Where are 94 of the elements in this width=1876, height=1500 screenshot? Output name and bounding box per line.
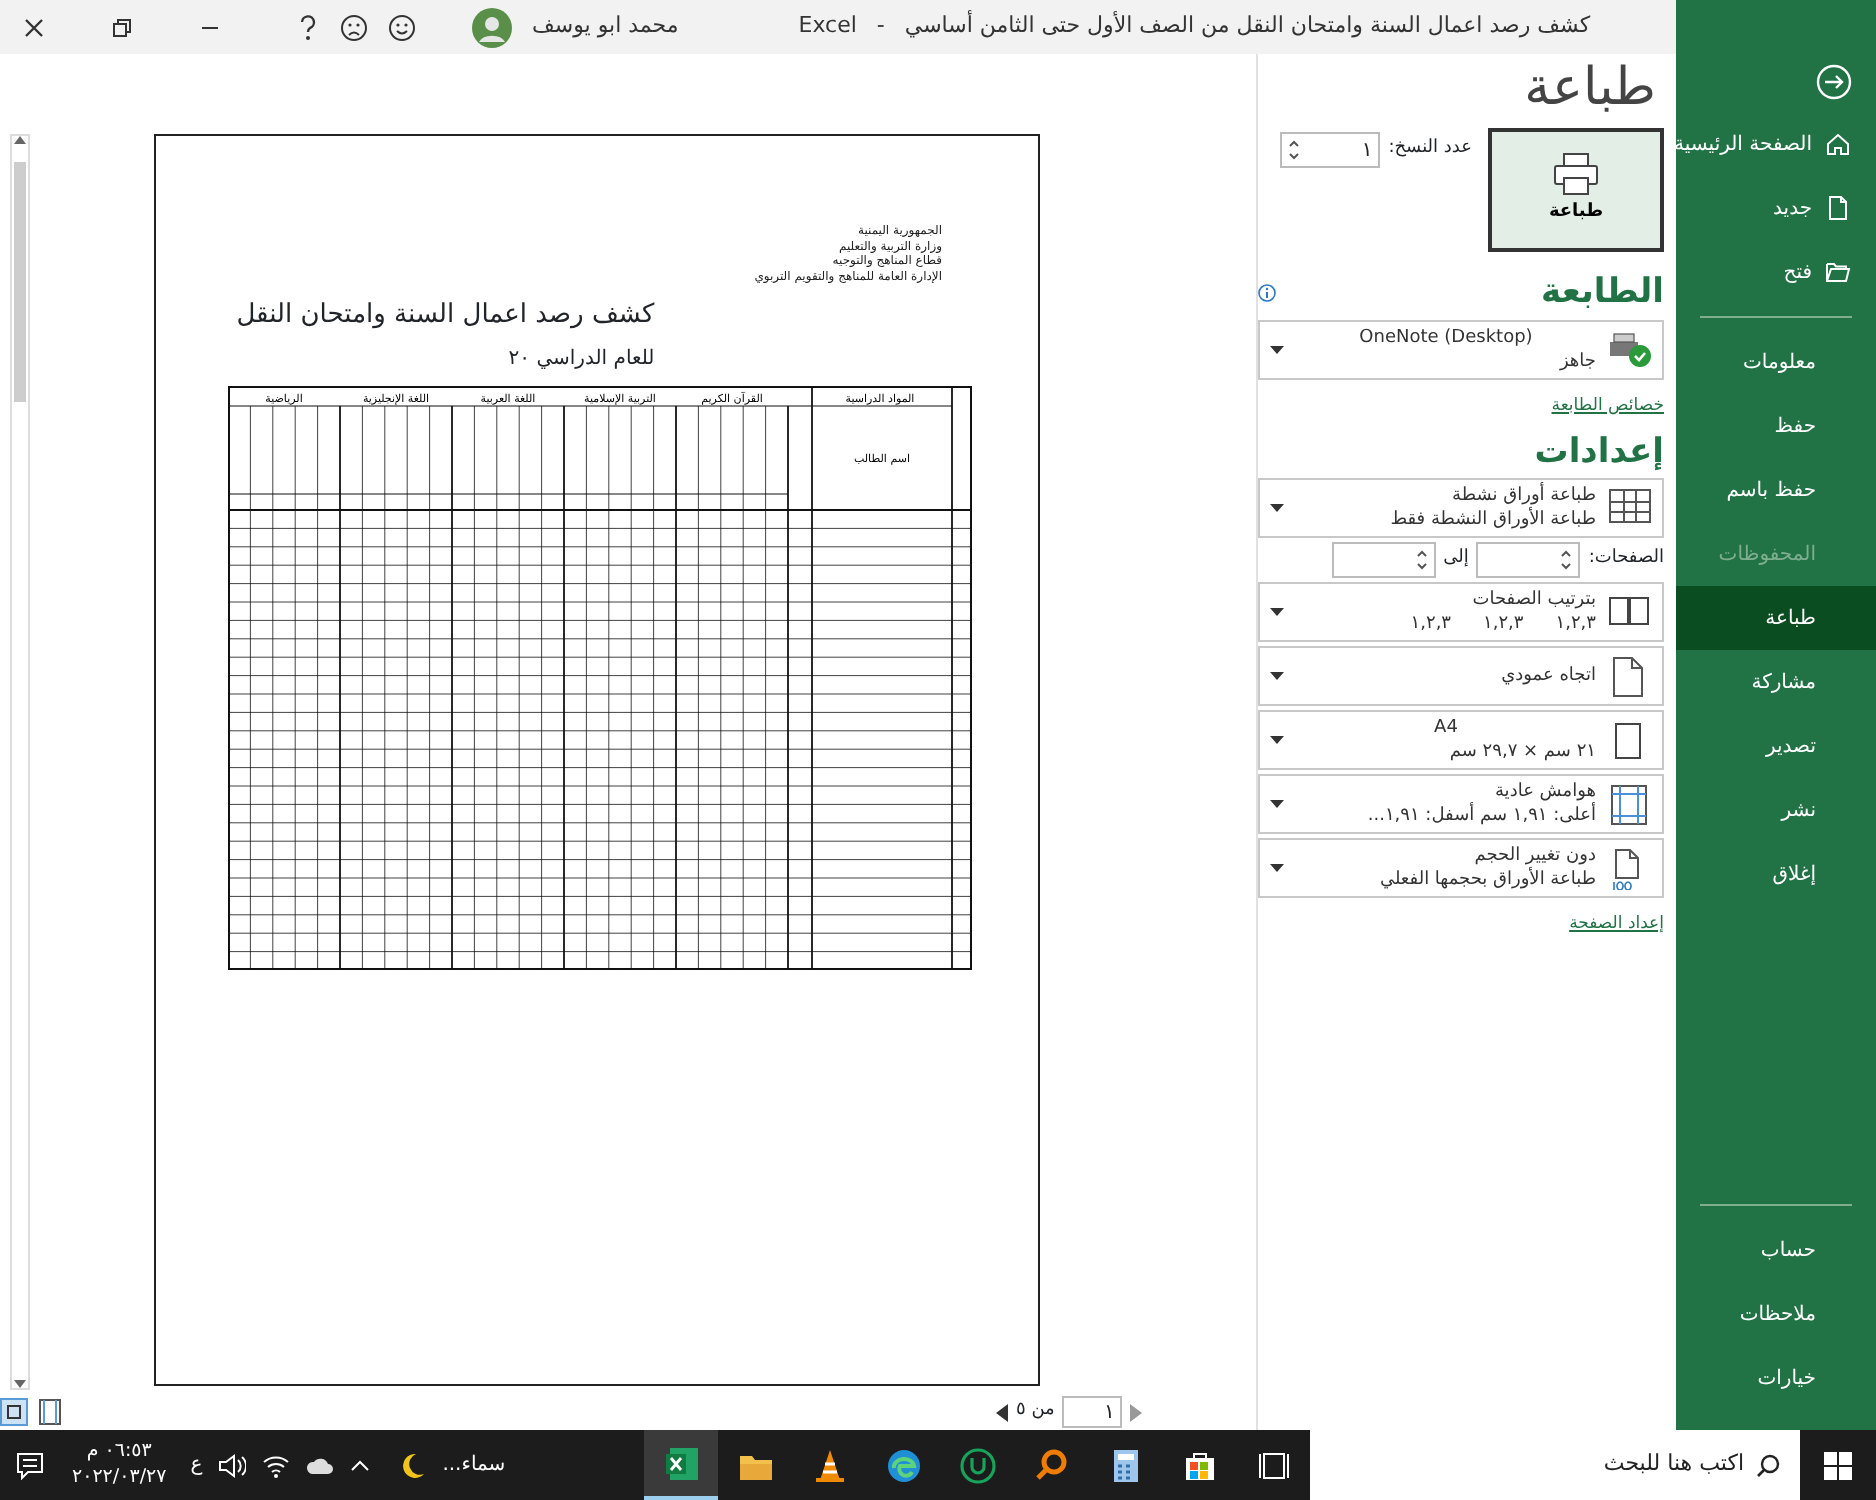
sidebar-item[interactable]: حساب <box>1676 1218 1876 1282</box>
search-field[interactable]: اكتب هنا للبحث <box>1310 1430 1800 1500</box>
pages-label: الصفحات: <box>1588 546 1664 573</box>
settings-dropdown[interactable]: طباعة أوراق نشطة طباعة الأوراق النشطة فقط <box>1258 478 1664 539</box>
frown-icon[interactable] <box>340 13 368 41</box>
taskbar-app[interactable] <box>644 1430 718 1500</box>
folder-icon <box>1824 258 1852 286</box>
dropdown-caret-icon <box>1270 864 1284 873</box>
to-label: إلى <box>1443 546 1469 573</box>
traffic-cone-icon <box>811 1447 847 1483</box>
collation-order: ١,٢,٣ <box>1410 612 1452 637</box>
fit-page-icon[interactable] <box>0 1398 28 1426</box>
document-title: كشف رصد اعمال السنة وامتحان النقل <box>236 298 655 334</box>
shopping-bag-icon <box>1181 1447 1217 1483</box>
print-button[interactable]: طباعة <box>1488 128 1664 253</box>
page-heading: طباعة <box>1522 58 1658 121</box>
chevron-up-icon[interactable] <box>350 1459 371 1471</box>
spin-arrows-icon[interactable] <box>1560 548 1573 573</box>
school-year: للعام الدراسي ٢٠ <box>508 345 655 373</box>
copies-label: عدد النسخ: <box>1388 136 1472 163</box>
scroll-down-icon[interactable] <box>14 1380 26 1388</box>
settings-dropdown[interactable]: هوامش عادية أعلى: ١,٩١ سم أسفل: ١,٩١... <box>1258 774 1664 835</box>
cloud-icon[interactable] <box>306 1453 335 1477</box>
section-heading: إعدادات <box>1532 429 1664 476</box>
printer-properties-link[interactable]: خصائص الطابعة <box>1551 395 1664 416</box>
margins-icon <box>1608 783 1652 826</box>
smile-icon[interactable] <box>388 13 416 41</box>
wifi-icon[interactable] <box>262 1453 291 1477</box>
next-page-icon[interactable] <box>1130 1403 1143 1421</box>
dropdown-caret-icon <box>1270 504 1284 513</box>
sidebar-item[interactable]: جديد <box>1676 176 1876 240</box>
document-icon <box>1824 194 1852 222</box>
weather-text[interactable]: سماء... <box>442 1450 506 1480</box>
settings-dropdown[interactable]: اتجاه عمودي <box>1258 646 1664 707</box>
settings-dropdown[interactable]: دون تغيير الحجم طباعة الأوراق بحجمها الفعلي <box>1258 838 1664 899</box>
sidebar-item[interactable]: إغلاق <box>1676 842 1876 906</box>
copies-field[interactable]: ١ <box>1280 132 1381 169</box>
dropdown-caret-icon <box>1270 736 1284 745</box>
clock[interactable]: ٠٦:٥٣ م ٢٠٢٢/٠٣/٢٧ <box>60 1440 179 1490</box>
sidebar-item[interactable]: فتح <box>1676 240 1876 304</box>
printer-status: جاهز <box>1557 349 1596 374</box>
printer-icon <box>1552 152 1600 197</box>
app-name: Excel <box>798 10 857 43</box>
sidebar-item[interactable]: خيارات <box>1676 1346 1876 1410</box>
task-view-icon <box>1255 1447 1291 1483</box>
user-name[interactable]: محمد ابو يوسف <box>532 10 679 44</box>
sidebar-item[interactable]: معلومات <box>1676 330 1876 394</box>
window-title: كشف رصد اعمال السنة وامتحان النقل من الصف الأول حتى الثامن أساسي <box>904 10 1591 43</box>
dropdown-caret-icon <box>1270 345 1284 354</box>
spin-arrows-icon[interactable] <box>1415 548 1428 573</box>
section-heading: الطابعة <box>1541 270 1664 317</box>
title-separator: - <box>876 10 885 43</box>
collation-order: ١,٢,٣ <box>1483 612 1524 637</box>
spreadsheet-app-icon <box>663 1445 699 1481</box>
dropdown-caret-icon <box>1270 608 1284 617</box>
avatar-icon[interactable] <box>472 7 512 47</box>
spin-arrows-icon[interactable] <box>1288 138 1301 163</box>
page-from-field[interactable] <box>1476 542 1581 579</box>
margins-view-icon[interactable] <box>36 1398 64 1426</box>
sidebar-item[interactable]: ملاحظات <box>1676 1282 1876 1346</box>
printer-name: OneNote (Desktop) <box>1357 325 1535 350</box>
info-icon[interactable] <box>1258 284 1276 303</box>
page-setup-link[interactable]: إعداد الصفحة <box>1569 914 1664 935</box>
sidebar-item[interactable]: نشر <box>1676 778 1876 842</box>
close-icon[interactable] <box>24 17 44 37</box>
previous-page-icon[interactable] <box>996 1403 1008 1421</box>
page-number-field[interactable]: ١ <box>1062 1396 1123 1428</box>
sidebar-item[interactable]: حفظ باسم <box>1676 458 1876 522</box>
input-language[interactable]: ع <box>190 1450 203 1480</box>
sidebar-item[interactable]: مشاركة <box>1676 650 1876 714</box>
dropdown-caret-icon <box>1270 672 1284 681</box>
windows-logo-icon <box>1824 1451 1852 1479</box>
settings-dropdown[interactable]: بترتيب الصفحات ١,٢,٣ ١,٢,٣ ١,٢,٣ <box>1258 582 1664 643</box>
search-icon <box>1756 1453 1780 1477</box>
moon-icon[interactable] <box>398 1451 427 1479</box>
browser-icon <box>885 1447 921 1483</box>
sidebar-item[interactable]: الصفحة الرئيسية <box>1676 112 1876 176</box>
collation-order: ١,٢,٣ <box>1555 612 1596 637</box>
speaker-icon[interactable] <box>218 1453 247 1477</box>
dropdown-caret-icon <box>1270 800 1284 809</box>
sidebar-item[interactable]: حفظ <box>1676 394 1876 458</box>
page-total: من ٥ <box>1016 1398 1055 1425</box>
magnifier-icon <box>1033 1447 1069 1483</box>
circle-logo-icon <box>959 1447 995 1483</box>
help-icon[interactable] <box>296 13 320 41</box>
notification-icon[interactable] <box>16 1451 44 1479</box>
printer-ready-icon <box>1608 331 1652 368</box>
scroll-up-icon[interactable] <box>14 136 26 144</box>
sidebar-item[interactable]: تصدير <box>1676 714 1876 778</box>
scrollbar[interactable] <box>10 134 30 1390</box>
page-to-field[interactable] <box>1331 542 1436 579</box>
sidebar-item[interactable]: طباعة <box>1676 586 1876 650</box>
restore-icon[interactable] <box>112 17 132 37</box>
home-icon <box>1824 130 1852 158</box>
